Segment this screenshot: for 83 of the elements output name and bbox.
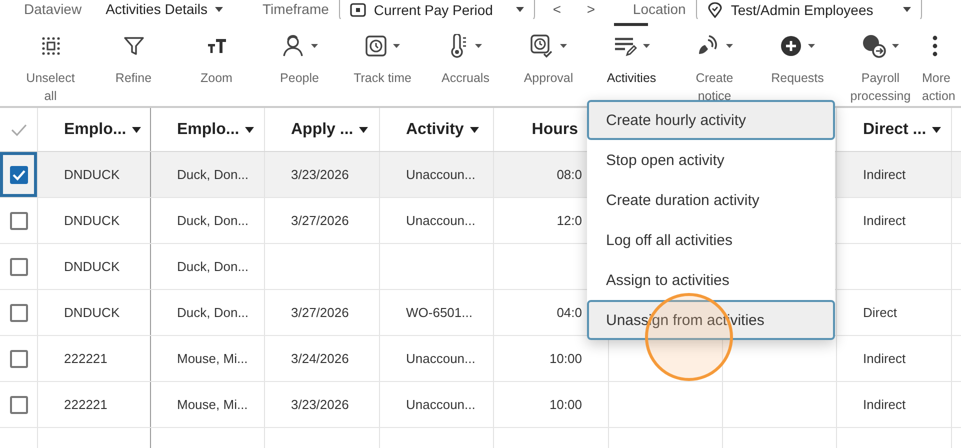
row-checkbox[interactable] xyxy=(10,166,28,184)
table-cell: Direct xyxy=(863,305,897,320)
previous-button[interactable]: < xyxy=(544,1,569,18)
location-pin-icon xyxy=(706,2,723,18)
menu-item[interactable]: Create duration activity xyxy=(587,180,835,220)
toolbar-button[interactable]: Accruals xyxy=(424,18,507,106)
column-header[interactable]: Apply ... xyxy=(291,120,368,138)
table-cell: 3/24/2026 xyxy=(291,351,349,366)
broadcast-icon xyxy=(696,34,720,57)
table-cell: 10:00 xyxy=(549,351,582,366)
caret-icon xyxy=(902,7,911,12)
column-header[interactable]: Emplo... xyxy=(177,120,254,138)
table-cell: 08:0 xyxy=(556,167,582,182)
caret-icon xyxy=(214,6,223,12)
clock-icon xyxy=(365,34,387,57)
table-cell: 12:0 xyxy=(556,213,582,228)
menu-item[interactable]: Stop open activity xyxy=(587,140,835,180)
toolbar-button[interactable]: More action xyxy=(922,18,961,106)
table-cell: Indirect xyxy=(863,213,906,228)
table-cell: Unaccoun... xyxy=(406,397,476,412)
dataview-dropdown[interactable]: Activities Details xyxy=(106,1,223,18)
location-label: Location xyxy=(632,1,686,18)
toolbar-button[interactable]: Approval xyxy=(507,18,590,106)
table-cell: 3/23/2026 xyxy=(291,397,349,412)
table-cell: 3/27/2026 xyxy=(291,305,349,320)
column-header[interactable]: Direct ... xyxy=(863,120,942,138)
unselect-grid-icon xyxy=(40,34,62,57)
table-cell: Indirect xyxy=(863,351,906,366)
table-cell: 222221 xyxy=(64,351,108,366)
dataview-label: Dataview xyxy=(24,1,82,18)
toolbar-button[interactable]: Refine xyxy=(92,18,175,106)
toolbar-button[interactable]: Payroll processing xyxy=(839,18,922,106)
row-checkbox[interactable] xyxy=(10,396,28,414)
location-dropdown[interactable]: Test/Admin Employees xyxy=(696,0,922,19)
table-cell: Duck, Don... xyxy=(177,305,249,320)
more-vertical-icon xyxy=(932,34,938,57)
table-cell: DNDUCK xyxy=(64,305,120,320)
table-cell: DNDUCK xyxy=(64,259,120,274)
row-checkbox[interactable] xyxy=(10,350,28,368)
table-cell: 222221 xyxy=(64,397,108,412)
toolbar-button[interactable]: Track time xyxy=(341,18,424,106)
column-header[interactable]: Emplo... xyxy=(64,120,142,138)
plus-circle-icon xyxy=(780,34,802,57)
select-all-check-icon[interactable] xyxy=(10,122,28,136)
table-cell: 04:0 xyxy=(556,305,582,320)
column-header[interactable]: Hours xyxy=(532,120,578,138)
next-button[interactable]: > xyxy=(578,1,603,18)
table-cell: Indirect xyxy=(863,397,906,412)
table-cell: DNDUCK xyxy=(64,167,120,182)
table-cell: 10:00 xyxy=(549,397,582,412)
table-cell: Unaccoun... xyxy=(406,167,476,182)
table-cell: 3/27/2026 xyxy=(291,213,349,228)
thermometer-icon xyxy=(449,34,469,58)
coin-arrow-icon xyxy=(862,34,886,58)
table-cell: Indirect xyxy=(863,167,906,182)
timeframe-label: Timeframe xyxy=(262,1,329,18)
calendar-icon xyxy=(350,2,366,17)
table-cell: Unaccoun... xyxy=(406,351,476,366)
row-checkbox[interactable] xyxy=(10,212,28,230)
table-cell: Mouse, Mi... xyxy=(177,397,248,412)
timeframe-dropdown[interactable]: Current Pay Period xyxy=(338,0,535,19)
table-cell: WO-6501... xyxy=(406,305,472,320)
toolbar-button[interactable]: People xyxy=(258,18,341,106)
table-cell: 3/23/2026 xyxy=(291,167,349,182)
table-cell: Duck, Don... xyxy=(177,259,249,274)
table-cell: DNDUCK xyxy=(64,213,120,228)
row-checkbox[interactable] xyxy=(10,258,28,276)
row-checkbox[interactable] xyxy=(10,304,28,322)
menu-item[interactable]: Log off all activities xyxy=(587,220,835,260)
person-icon xyxy=(281,34,305,57)
selected-indicator xyxy=(614,22,648,26)
toolbar-button[interactable]: Zoom xyxy=(175,18,258,106)
column-header[interactable]: Activity xyxy=(406,120,479,138)
table-cell: Duck, Don... xyxy=(177,213,249,228)
table-cell: Unaccoun... xyxy=(406,213,476,228)
table-cell: Duck, Don... xyxy=(177,167,249,182)
table-cell: Mouse, Mi... xyxy=(177,351,248,366)
menu-item[interactable]: Assign to activities xyxy=(587,260,835,300)
menu-item[interactable]: Create hourly activity xyxy=(587,100,835,140)
caret-icon xyxy=(516,7,524,12)
clock-check-icon xyxy=(530,34,554,58)
filter-icon xyxy=(122,34,144,57)
toolbar-button[interactable]: Unselect all xyxy=(9,18,92,106)
